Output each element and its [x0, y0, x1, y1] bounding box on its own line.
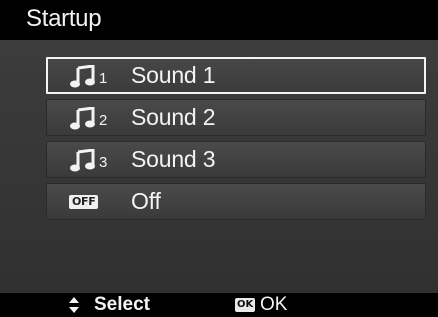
music-note-icon: 3 — [69, 142, 119, 177]
menu-item-label: Off — [131, 188, 161, 214]
music-note-icon: 1 — [69, 59, 119, 92]
menu-item-label: Sound 3 — [131, 146, 216, 172]
menu-item-off[interactable]: OFF Off — [46, 183, 426, 220]
menu-item-sound-3[interactable]: 3 Sound 3 — [46, 141, 426, 178]
off-badge: OFF — [69, 194, 99, 209]
up-down-arrows-icon — [69, 297, 79, 313]
sound-number: 1 — [99, 69, 108, 87]
music-note-icon: 2 — [69, 100, 119, 135]
sound-number: 2 — [99, 111, 108, 129]
menu-item-label: Sound 1 — [131, 62, 216, 88]
camera-menu-screen: Startup 1 Sound 1 2 Sound 2 3 Sound 3 OF… — [0, 0, 438, 317]
menu-item-sound-1[interactable]: 1 Sound 1 — [46, 57, 426, 94]
hint-bar: Select OK OK — [0, 293, 438, 317]
page-title: Startup — [0, 0, 438, 40]
sound-number: 3 — [99, 153, 108, 171]
menu-item-sound-2[interactable]: 2 Sound 2 — [46, 99, 426, 136]
ok-button-icon: OK — [235, 298, 256, 312]
off-icon: OFF — [69, 184, 119, 219]
ok-hint-label: OK — [260, 294, 288, 315]
select-hint-label: Select — [94, 294, 150, 315]
startup-sound-menu: 1 Sound 1 2 Sound 2 3 Sound 3 OFF Off — [46, 57, 426, 225]
menu-item-label: Sound 2 — [131, 104, 216, 130]
